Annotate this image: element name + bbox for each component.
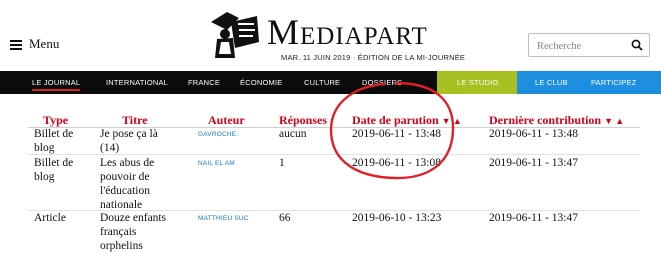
search-box [528,33,650,57]
col-header-last-contribution[interactable]: Dernière contribution ▼ ▲ [489,113,624,128]
cell-type: Article [34,212,66,224]
cell-title-link[interactable]: Douze enfants français orphelins [100,211,166,253]
nav-le-club[interactable]: LE CLUB [535,71,568,94]
nav-france[interactable]: FRANCE [188,71,220,94]
town-crier-logo-icon [211,12,259,58]
cell-type: Billet de blog [34,128,74,154]
edition-date: MAR. 11 JUIN 2019 · ÉDITION DE LA MI-JOU… [281,53,466,62]
hamburger-icon [10,39,22,50]
col-header-type[interactable]: Type [43,113,68,128]
cell-title-link[interactable]: Les abus de pouvoir de l'éducation national… [100,156,154,212]
nav-economie[interactable]: ÉCONOMIE [240,71,282,94]
cell-author-link[interactable]: NAIL EL AM [198,160,235,167]
menu-label: Menu [29,36,60,51]
search-input[interactable] [535,36,631,56]
cell-date: 2019-06-10 - 13:23 [352,212,442,224]
cell-author-link[interactable]: GAVROCHE. [198,131,238,138]
sort-arrows-icon[interactable]: ▼ ▲ [604,116,624,126]
cell-replies: 66 [279,212,291,224]
col-header-last-label: Dernière contribution [489,113,602,127]
col-header-title[interactable]: Titre [122,113,148,128]
search-icon[interactable] [631,39,643,51]
nav-le-journal[interactable]: LE JOURNAL [32,71,81,94]
mediapart-logo[interactable]: Mediapart MAR. 11 JUIN 2019 · ÉDITION DE… [205,8,465,64]
cell-author-link[interactable]: MATTHIEU SUC [198,215,249,222]
col-header-replies[interactable]: Réponses [279,113,327,128]
nav-international[interactable]: INTERNATIONAL [106,71,168,94]
nav-le-studio-label: LE STUDIO [457,78,499,87]
menu-button[interactable]: Menu [10,36,59,52]
cell-replies: 1 [279,157,285,169]
nav-club-area: LE CLUB PARTICIPEZ [517,71,661,94]
logo-wordmark: Mediapart [267,12,428,52]
nav-participez[interactable]: PARTICIPEZ [591,71,636,94]
cell-last-contribution: 2019-06-11 - 13:48 [489,128,579,140]
cell-title-link[interactable]: Je pose ça là (14) [100,127,158,155]
cell-last-contribution: 2019-06-11 - 13:47 [489,157,579,169]
red-annotation-circle [329,81,455,180]
site-header: Menu Mediapart MAR. 11 JUIN 2019 · ÉDITI… [0,0,661,70]
cell-type: Billet de blog [34,157,74,183]
col-header-author[interactable]: Auteur [208,113,245,128]
cell-last-contribution: 2019-06-11 - 13:47 [489,212,579,224]
cell-replies: aucun [279,128,307,140]
